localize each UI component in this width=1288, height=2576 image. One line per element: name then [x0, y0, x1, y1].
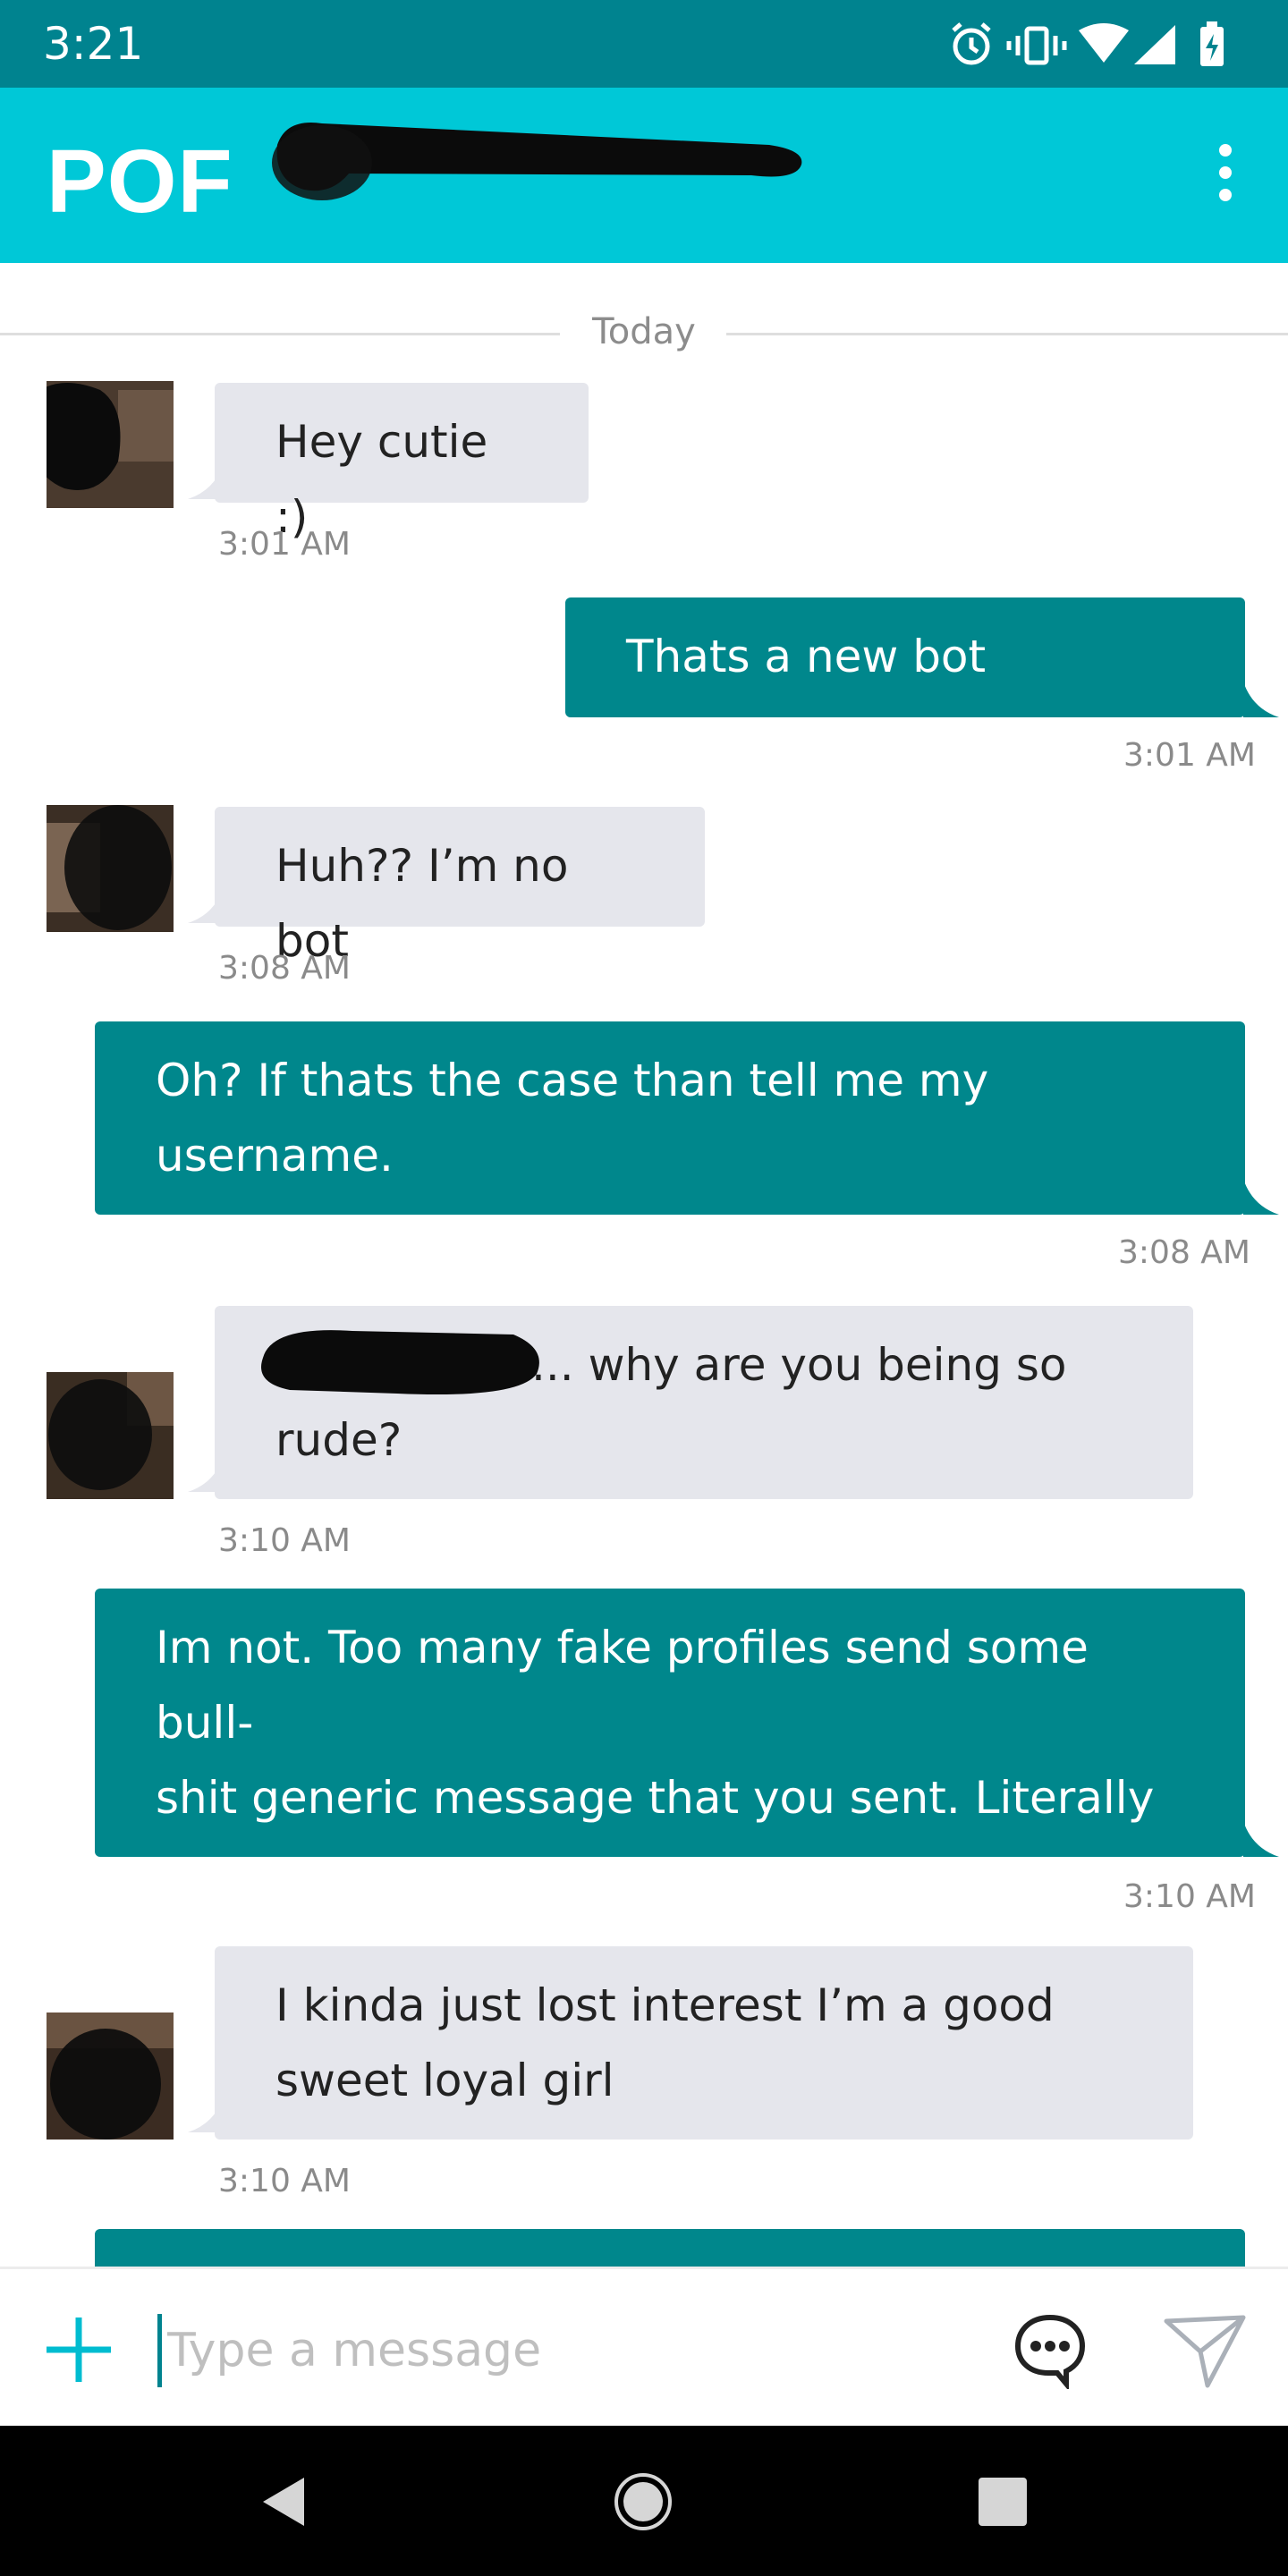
- message-bubble-outgoing[interactable]: Oh? If thats the case than tell me my us…: [95, 1021, 1245, 1215]
- vibrate-icon: [1006, 26, 1067, 65]
- quick-replies-icon[interactable]: [1011, 2310, 1089, 2389]
- message-text-line: rude?: [275, 1414, 402, 1466]
- avatar[interactable]: [47, 1372, 174, 1499]
- message-time: 3:08 AM: [218, 950, 351, 987]
- message-text-line: I kinda just lost interest I’m a good: [275, 1979, 1055, 2031]
- redacted-name: [261, 1330, 539, 1395]
- message-input[interactable]: [157, 2314, 974, 2387]
- message-bubble-incoming[interactable]: ... why are you being so rude?: [215, 1306, 1193, 1499]
- alarm-icon: [952, 22, 991, 65]
- redacted-username: [272, 123, 802, 200]
- message-bubble-outgoing[interactable]: Thats a new bot message: [565, 597, 1245, 758]
- message-bubble-incoming[interactable]: I kinda just lost interest I’m a good sw…: [215, 1946, 1193, 2140]
- avatar[interactable]: [47, 381, 174, 508]
- message-time: 3:01 AM: [218, 526, 351, 563]
- message-bubble-outgoing-partial[interactable]: [95, 2229, 1245, 2267]
- more-options-icon[interactable]: [1208, 141, 1243, 204]
- message-text-line: username.: [156, 1130, 394, 1182]
- message-text: Thats a new bot message: [626, 631, 987, 758]
- avatar[interactable]: [47, 2012, 174, 2140]
- back-icon[interactable]: [252, 2470, 315, 2533]
- message-text: Huh?? I’m no bot: [275, 840, 569, 967]
- battery-icon: [1200, 21, 1224, 66]
- message-time: 3:08 AM: [1118, 1234, 1250, 1271]
- message-text: Hey cutie :): [275, 416, 488, 543]
- home-icon[interactable]: [612, 2470, 674, 2533]
- message-bubble-incoming[interactable]: Huh?? I’m no bot: [215, 807, 705, 967]
- system-nav-bar: [0, 2426, 1288, 2576]
- message-list[interactable]: Today Hey cutie :) 3:01 AM Thats a new b…: [0, 263, 1288, 2267]
- message-text: ... why are you being so: [531, 1339, 1067, 1391]
- status-time: 3:21: [43, 18, 144, 70]
- message-time: 3:10 AM: [1123, 1878, 1256, 1915]
- message-time: 3:10 AM: [218, 1522, 351, 1559]
- message-text-line: ... why are you being so: [261, 1327, 1132, 1402]
- app-logo-title: POF: [47, 131, 233, 232]
- signal-icon: [1134, 25, 1175, 64]
- message-time: 3:10 AM: [218, 2163, 351, 2199]
- message-text-line: shit generic message that you sent. Lite…: [156, 1772, 1155, 1899]
- app-bar: POF: [0, 88, 1288, 263]
- wifi-icon: [1079, 23, 1129, 63]
- message-text-line: Oh? If thats the case than tell me my: [156, 1055, 989, 1106]
- message-text-line: Im not. Too many fake profiles send some…: [156, 1622, 1089, 1749]
- avatar[interactable]: [47, 805, 174, 932]
- status-icons: [945, 18, 1249, 72]
- message-bubble-incoming[interactable]: Hey cutie :): [215, 383, 589, 543]
- add-attachment-icon[interactable]: [43, 2314, 114, 2385]
- message-time: 3:01 AM: [1123, 737, 1256, 774]
- status-bar: 3:21: [0, 0, 1288, 88]
- message-bubble-outgoing[interactable]: Im not. Too many fake profiles send some…: [95, 1589, 1245, 1974]
- recents-icon[interactable]: [971, 2470, 1034, 2533]
- send-icon[interactable]: [1163, 2314, 1247, 2389]
- message-text-line: sweet loyal girl: [275, 2055, 614, 2106]
- bubble-tail: [1243, 1179, 1279, 1215]
- message-composer: [0, 2267, 1288, 2426]
- bubble-tail: [1243, 1821, 1279, 1857]
- date-label: Today: [592, 311, 696, 352]
- bubble-tail: [1243, 682, 1279, 717]
